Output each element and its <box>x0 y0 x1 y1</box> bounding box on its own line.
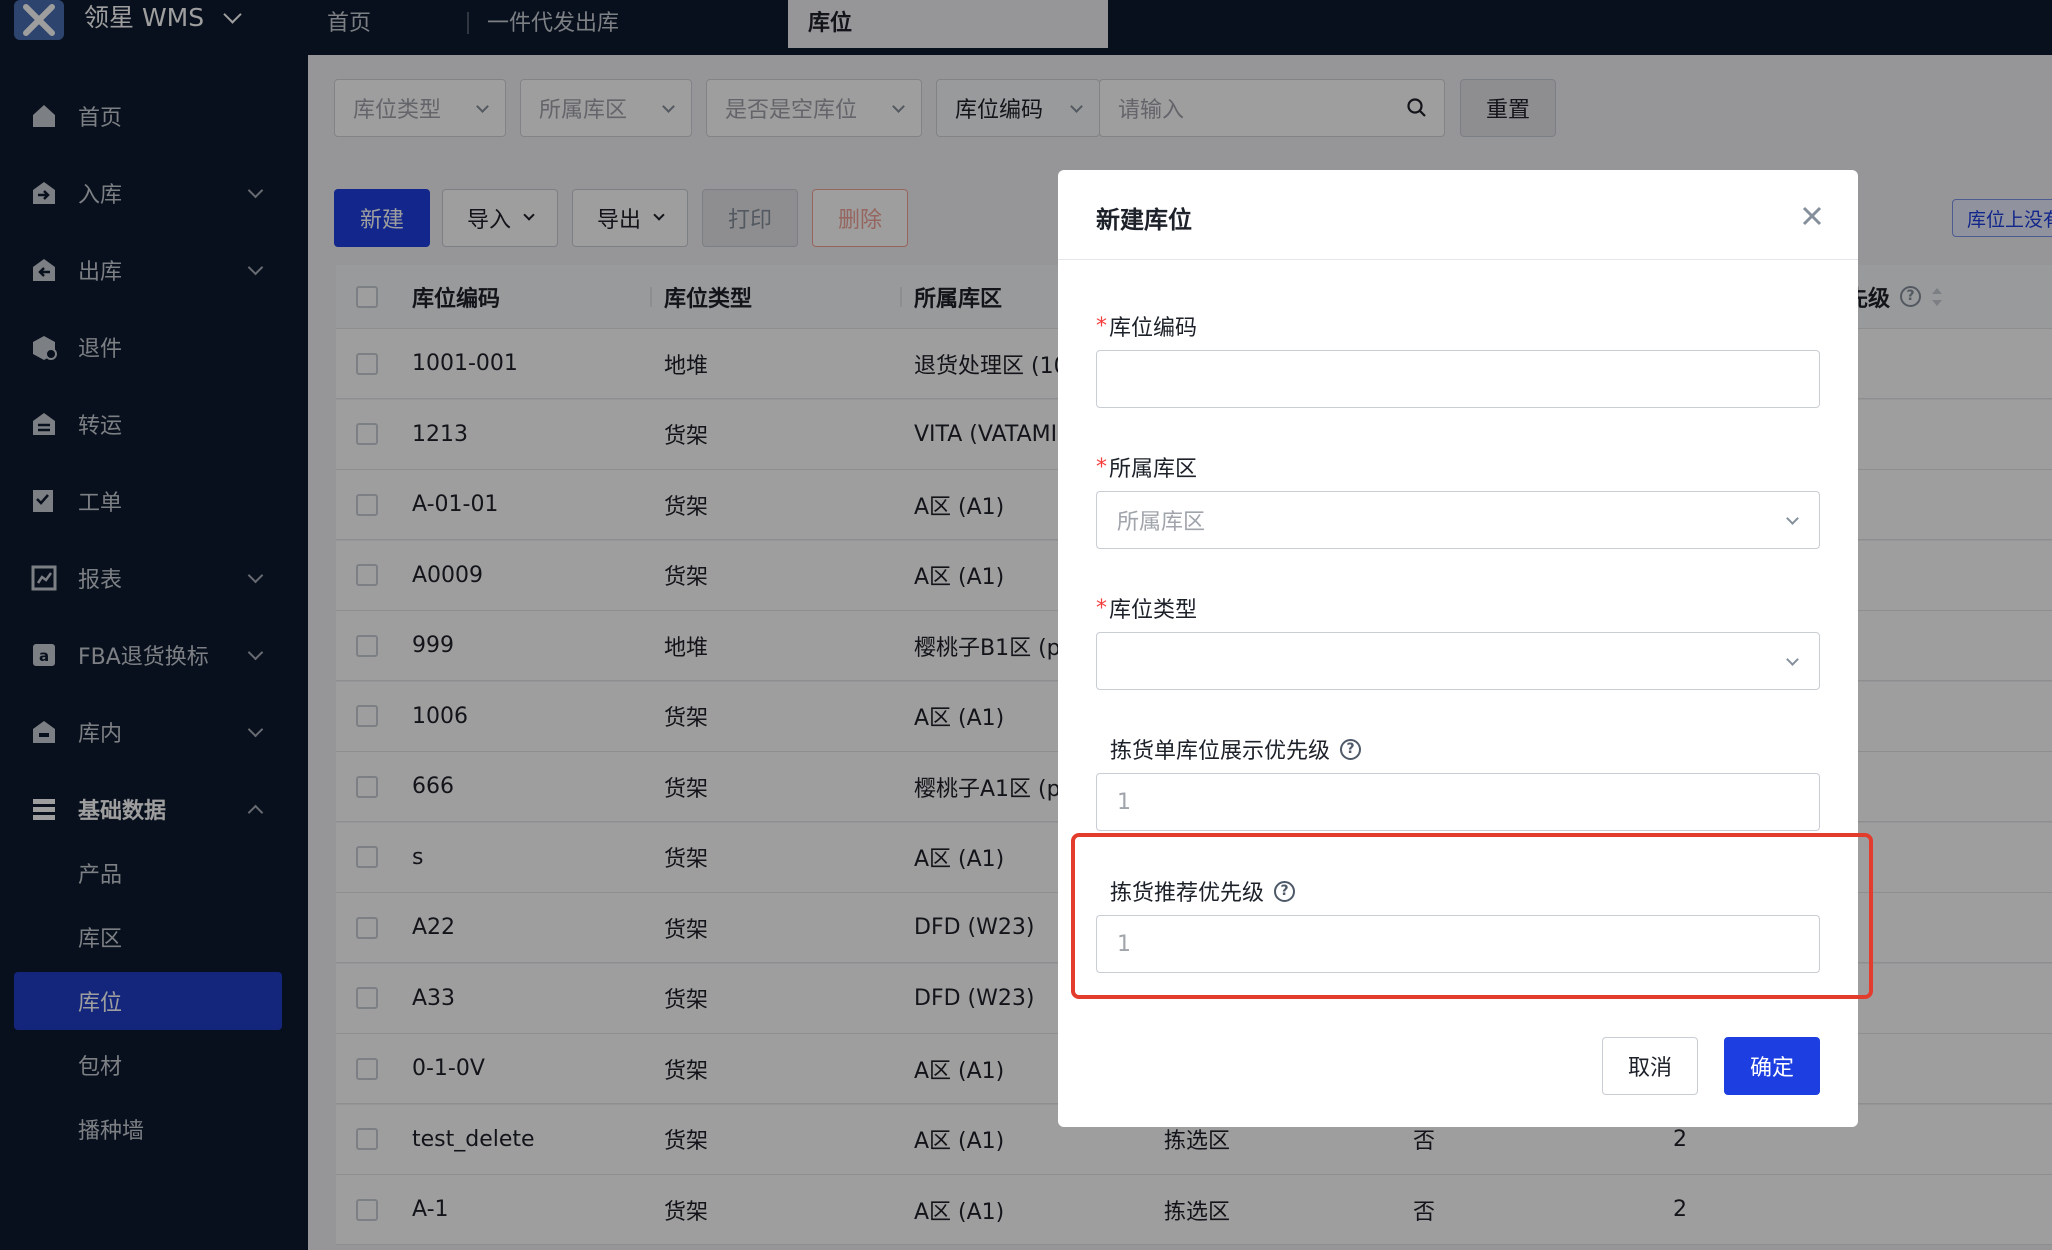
location-code-label: * 库位编码 <box>1096 310 1197 342</box>
chevron-down-icon <box>1786 512 1799 525</box>
pick-display-priority-label-text: 拣货单库位展示优先级 <box>1110 739 1331 764</box>
pick-display-priority-input[interactable]: 1 <box>1096 773 1820 831</box>
location-type-label: * 库位类型 <box>1096 592 1197 624</box>
location-code-input[interactable] <box>1096 350 1820 408</box>
dialog-title: 新建库位 <box>1096 206 1192 234</box>
required-mark: * <box>1096 454 1107 480</box>
zone-label: * 所属库区 <box>1096 451 1197 483</box>
confirm-button[interactable]: 确定 <box>1724 1037 1820 1095</box>
zone-select[interactable]: 所属库区 <box>1096 491 1820 549</box>
cancel-button[interactable]: 取消 <box>1602 1037 1698 1095</box>
required-mark: * <box>1096 313 1107 339</box>
pick-display-priority-label: 拣货单库位展示优先级 ? <box>1110 733 1362 765</box>
close-icon[interactable] <box>1800 204 1824 228</box>
required-mark: * <box>1096 595 1107 621</box>
location-code-label-text: 库位编码 <box>1109 316 1198 341</box>
zone-select-placeholder: 所属库区 <box>1117 510 1206 535</box>
zone-label-text: 所属库区 <box>1109 457 1198 482</box>
dialog-header: 新建库位 <box>1058 170 1858 260</box>
help-icon[interactable]: ? <box>1340 738 1362 760</box>
location-type-label-text: 库位类型 <box>1109 598 1198 623</box>
chevron-down-icon <box>1786 653 1799 666</box>
location-type-select[interactable] <box>1096 632 1820 690</box>
highlight-annotation-box <box>1071 833 1873 999</box>
